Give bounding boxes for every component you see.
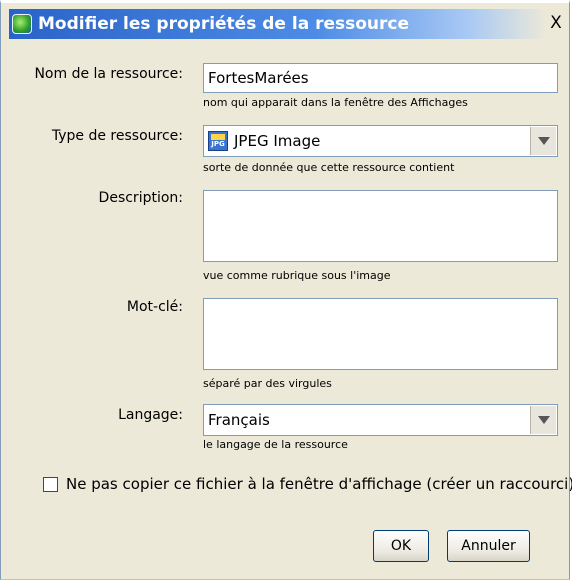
chevron-down-icon[interactable]: [530, 406, 556, 434]
language-select[interactable]: Français: [203, 404, 558, 436]
close-button[interactable]: X: [545, 12, 567, 34]
resource-type-select[interactable]: JPG JPEG Image: [203, 125, 558, 157]
language-value: Français: [208, 411, 270, 429]
language-label: Langage:: [118, 407, 183, 423]
no-copy-option[interactable]: Ne pas copier ce fichier à la fenêtre d'…: [43, 475, 572, 493]
resource-type-label: Type de ressource:: [51, 128, 183, 144]
description-label: Description:: [98, 190, 183, 206]
resource-type-hint: sorte de donnée que cette ressource cont…: [203, 161, 455, 174]
resource-name-input[interactable]: FortesMarées: [203, 63, 558, 93]
title-bar[interactable]: Modifier les propriétés de la ressource …: [9, 9, 569, 39]
no-copy-label: Ne pas copier ce fichier à la fenêtre d'…: [66, 475, 572, 493]
chevron-down-icon[interactable]: [530, 127, 556, 155]
resource-type-value: JPEG Image: [234, 132, 321, 150]
resource-name-label: Nom de la ressource:: [34, 66, 183, 82]
window-title: Modifier les propriétés de la ressource: [38, 14, 410, 34]
resource-name-hint: nom qui apparait dans la fenêtre des Aff…: [203, 96, 468, 109]
description-textarea[interactable]: [203, 190, 558, 262]
app-icon: [12, 14, 32, 34]
description-hint: vue comme rubrique sous l'image: [203, 269, 391, 282]
cancel-button[interactable]: Annuler: [447, 530, 530, 562]
keyword-hint: séparé par des virgules: [203, 377, 332, 390]
keyword-textarea[interactable]: [203, 298, 558, 370]
no-copy-checkbox[interactable]: [43, 476, 58, 492]
properties-dialog: Modifier les propriétés de la ressource …: [0, 0, 572, 580]
keyword-label: Mot-clé:: [126, 299, 183, 315]
language-hint: le langage de la ressource: [203, 438, 348, 451]
jpeg-file-icon: JPG: [208, 131, 228, 151]
ok-button[interactable]: OK: [373, 530, 429, 562]
